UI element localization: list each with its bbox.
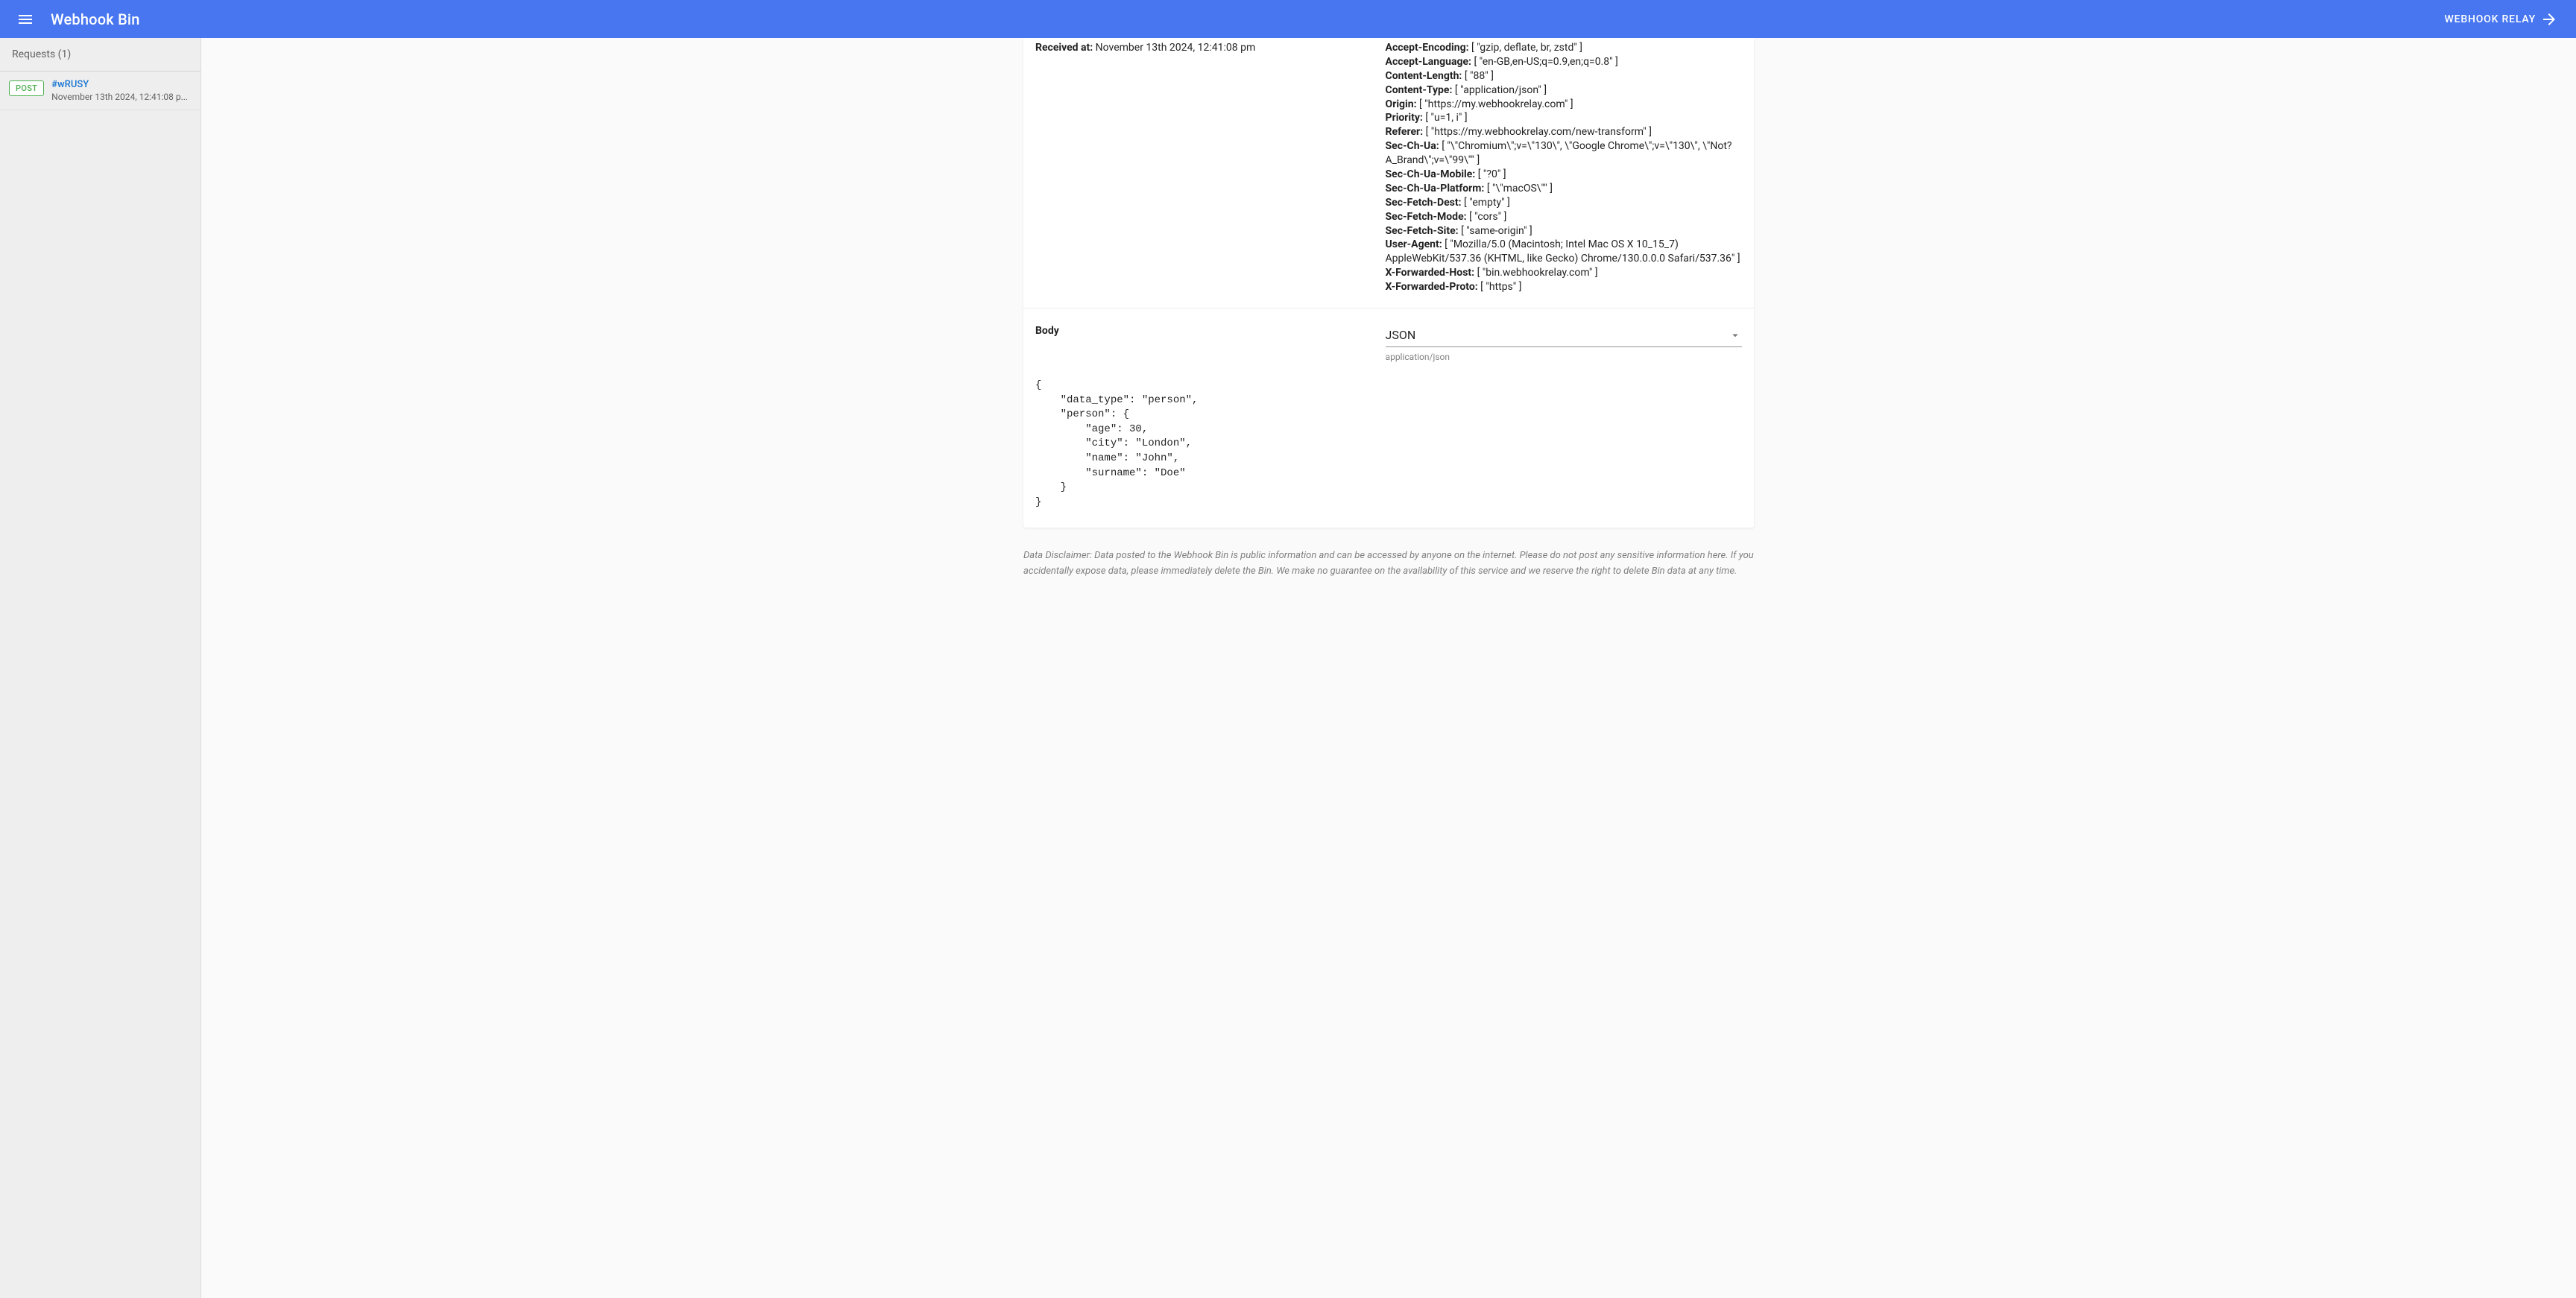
header-key: Priority: <box>1386 112 1426 124</box>
header-key: Content-Type: <box>1386 84 1455 96</box>
header-key: Sec-Ch-Ua-Mobile: <box>1386 168 1478 180</box>
header-value: [ "?0" ] <box>1478 168 1506 180</box>
header-line: Sec-Fetch-Dest: [ "empty" ] <box>1386 196 1742 210</box>
webhook-relay-button[interactable]: WEBHOOK RELAY <box>2439 6 2565 33</box>
header-key: Sec-Fetch-Mode: <box>1386 211 1470 223</box>
body-format-value: JSON <box>1386 328 1416 342</box>
header-line: User-Agent: [ "Mozilla/5.0 (Macintosh; I… <box>1386 238 1742 266</box>
body-format-select[interactable]: JSON <box>1386 325 1742 347</box>
header-value: [ "https://my.webhookrelay.com" ] <box>1419 98 1573 110</box>
header-key: Referer: <box>1386 126 1426 138</box>
header-value: [ "cors" ] <box>1469 211 1506 223</box>
header-value: [ "application/json" ] <box>1455 84 1547 96</box>
header-line: Sec-Ch-Ua-Mobile: [ "?0" ] <box>1386 168 1742 182</box>
header-key: Content-Length: <box>1386 70 1465 82</box>
received-at-label: Received at: <box>1035 42 1093 54</box>
header-key: Sec-Fetch-Site: <box>1386 225 1462 237</box>
header-value: [ "gzip, deflate, br, zstd" ] <box>1471 42 1582 54</box>
header-line: Referer: [ "https://my.webhookrelay.com/… <box>1386 125 1742 139</box>
body-label: Body <box>1035 325 1368 337</box>
header-key: X-Forwarded-Proto: <box>1386 281 1481 293</box>
header-value: [ "\"macOS\"" ] <box>1487 183 1553 194</box>
header-line: Accept-Language: [ "en-GB,en-US;q=0.9,en… <box>1386 55 1742 69</box>
appbar: Webhook Bin WEBHOOK RELAY <box>0 0 2576 38</box>
request-item[interactable]: POST #wRUSY November 13th 2024, 12:41:08… <box>0 72 201 110</box>
header-key: User-Agent: <box>1386 238 1445 250</box>
arrow-right-icon <box>2540 10 2558 28</box>
sidebar: Requests (1) POST #wRUSY November 13th 2… <box>0 38 201 1298</box>
disclaimer: Data Disclaimer: Data posted to the Webh… <box>1023 548 1754 580</box>
received-at-value: November 13th 2024, 12:41:08 pm <box>1096 42 1256 54</box>
hamburger-icon <box>16 10 34 28</box>
method-badge: POST <box>9 80 44 96</box>
app-title: Webhook Bin <box>51 10 140 28</box>
header-line: Priority: [ "u=1, i" ] <box>1386 111 1742 125</box>
request-id: #wRUSY <box>51 79 192 90</box>
header-key: Sec-Ch-Ua: <box>1386 140 1442 152</box>
header-line: X-Forwarded-Host: [ "bin.webhookrelay.co… <box>1386 266 1742 280</box>
header-line: Sec-Fetch-Mode: [ "cors" ] <box>1386 210 1742 224</box>
header-value: [ "same-origin" ] <box>1461 225 1532 237</box>
header-key: X-Forwarded-Host: <box>1386 267 1477 279</box>
body-content: { "data_type": "person", "person": { "ag… <box>1023 371 1754 528</box>
body-format-hint: application/json <box>1386 352 1742 362</box>
sidebar-header: Requests (1) <box>0 38 201 72</box>
header-value: [ "88" ] <box>1465 70 1494 82</box>
header-key: Accept-Language: <box>1386 56 1474 68</box>
header-value: [ "https://my.webhookrelay.com/new-trans… <box>1426 126 1652 138</box>
header-key: Origin: <box>1386 98 1419 110</box>
request-time: November 13th 2024, 12:41:08 p... <box>51 92 192 102</box>
header-line: Origin: [ "https://my.webhookrelay.com" … <box>1386 98 1742 112</box>
header-line: Sec-Ch-Ua-Platform: [ "\"macOS\"" ] <box>1386 182 1742 196</box>
header-value: [ "u=1, i" ] <box>1425 112 1467 124</box>
header-line: Content-Type: [ "application/json" ] <box>1386 83 1742 98</box>
menu-button[interactable] <box>12 6 39 33</box>
header-line: X-Forwarded-Proto: [ "https" ] <box>1386 280 1742 294</box>
main-content: Received at: November 13th 2024, 12:41:0… <box>201 38 2576 1298</box>
header-key: Accept-Encoding: <box>1386 42 1471 54</box>
header-line: Accept-Encoding: [ "gzip, deflate, br, z… <box>1386 41 1742 55</box>
header-line: Sec-Fetch-Site: [ "same-origin" ] <box>1386 224 1742 238</box>
header-line: Sec-Ch-Ua: [ "\"Chromium\";v=\"130\", \"… <box>1386 139 1742 168</box>
header-value: [ "en-GB,en-US;q=0.9,en;q=0.8" ] <box>1474 56 1617 68</box>
chevron-down-icon <box>1729 329 1742 342</box>
header-key: Sec-Fetch-Dest: <box>1386 197 1465 209</box>
header-value: [ "empty" ] <box>1464 197 1510 209</box>
request-detail-card: Received at: November 13th 2024, 12:41:0… <box>1023 38 1754 528</box>
header-key: Sec-Ch-Ua-Platform: <box>1386 183 1487 194</box>
header-value: [ "bin.webhookrelay.com" ] <box>1477 267 1598 279</box>
received-at-line: Received at: November 13th 2024, 12:41:0… <box>1035 41 1368 55</box>
header-line: Content-Length: [ "88" ] <box>1386 69 1742 83</box>
webhook-relay-label: WEBHOOK RELAY <box>2445 13 2536 25</box>
headers-list: Accept-Encoding: [ "gzip, deflate, br, z… <box>1386 41 1742 294</box>
header-value: [ "https" ] <box>1480 281 1521 293</box>
